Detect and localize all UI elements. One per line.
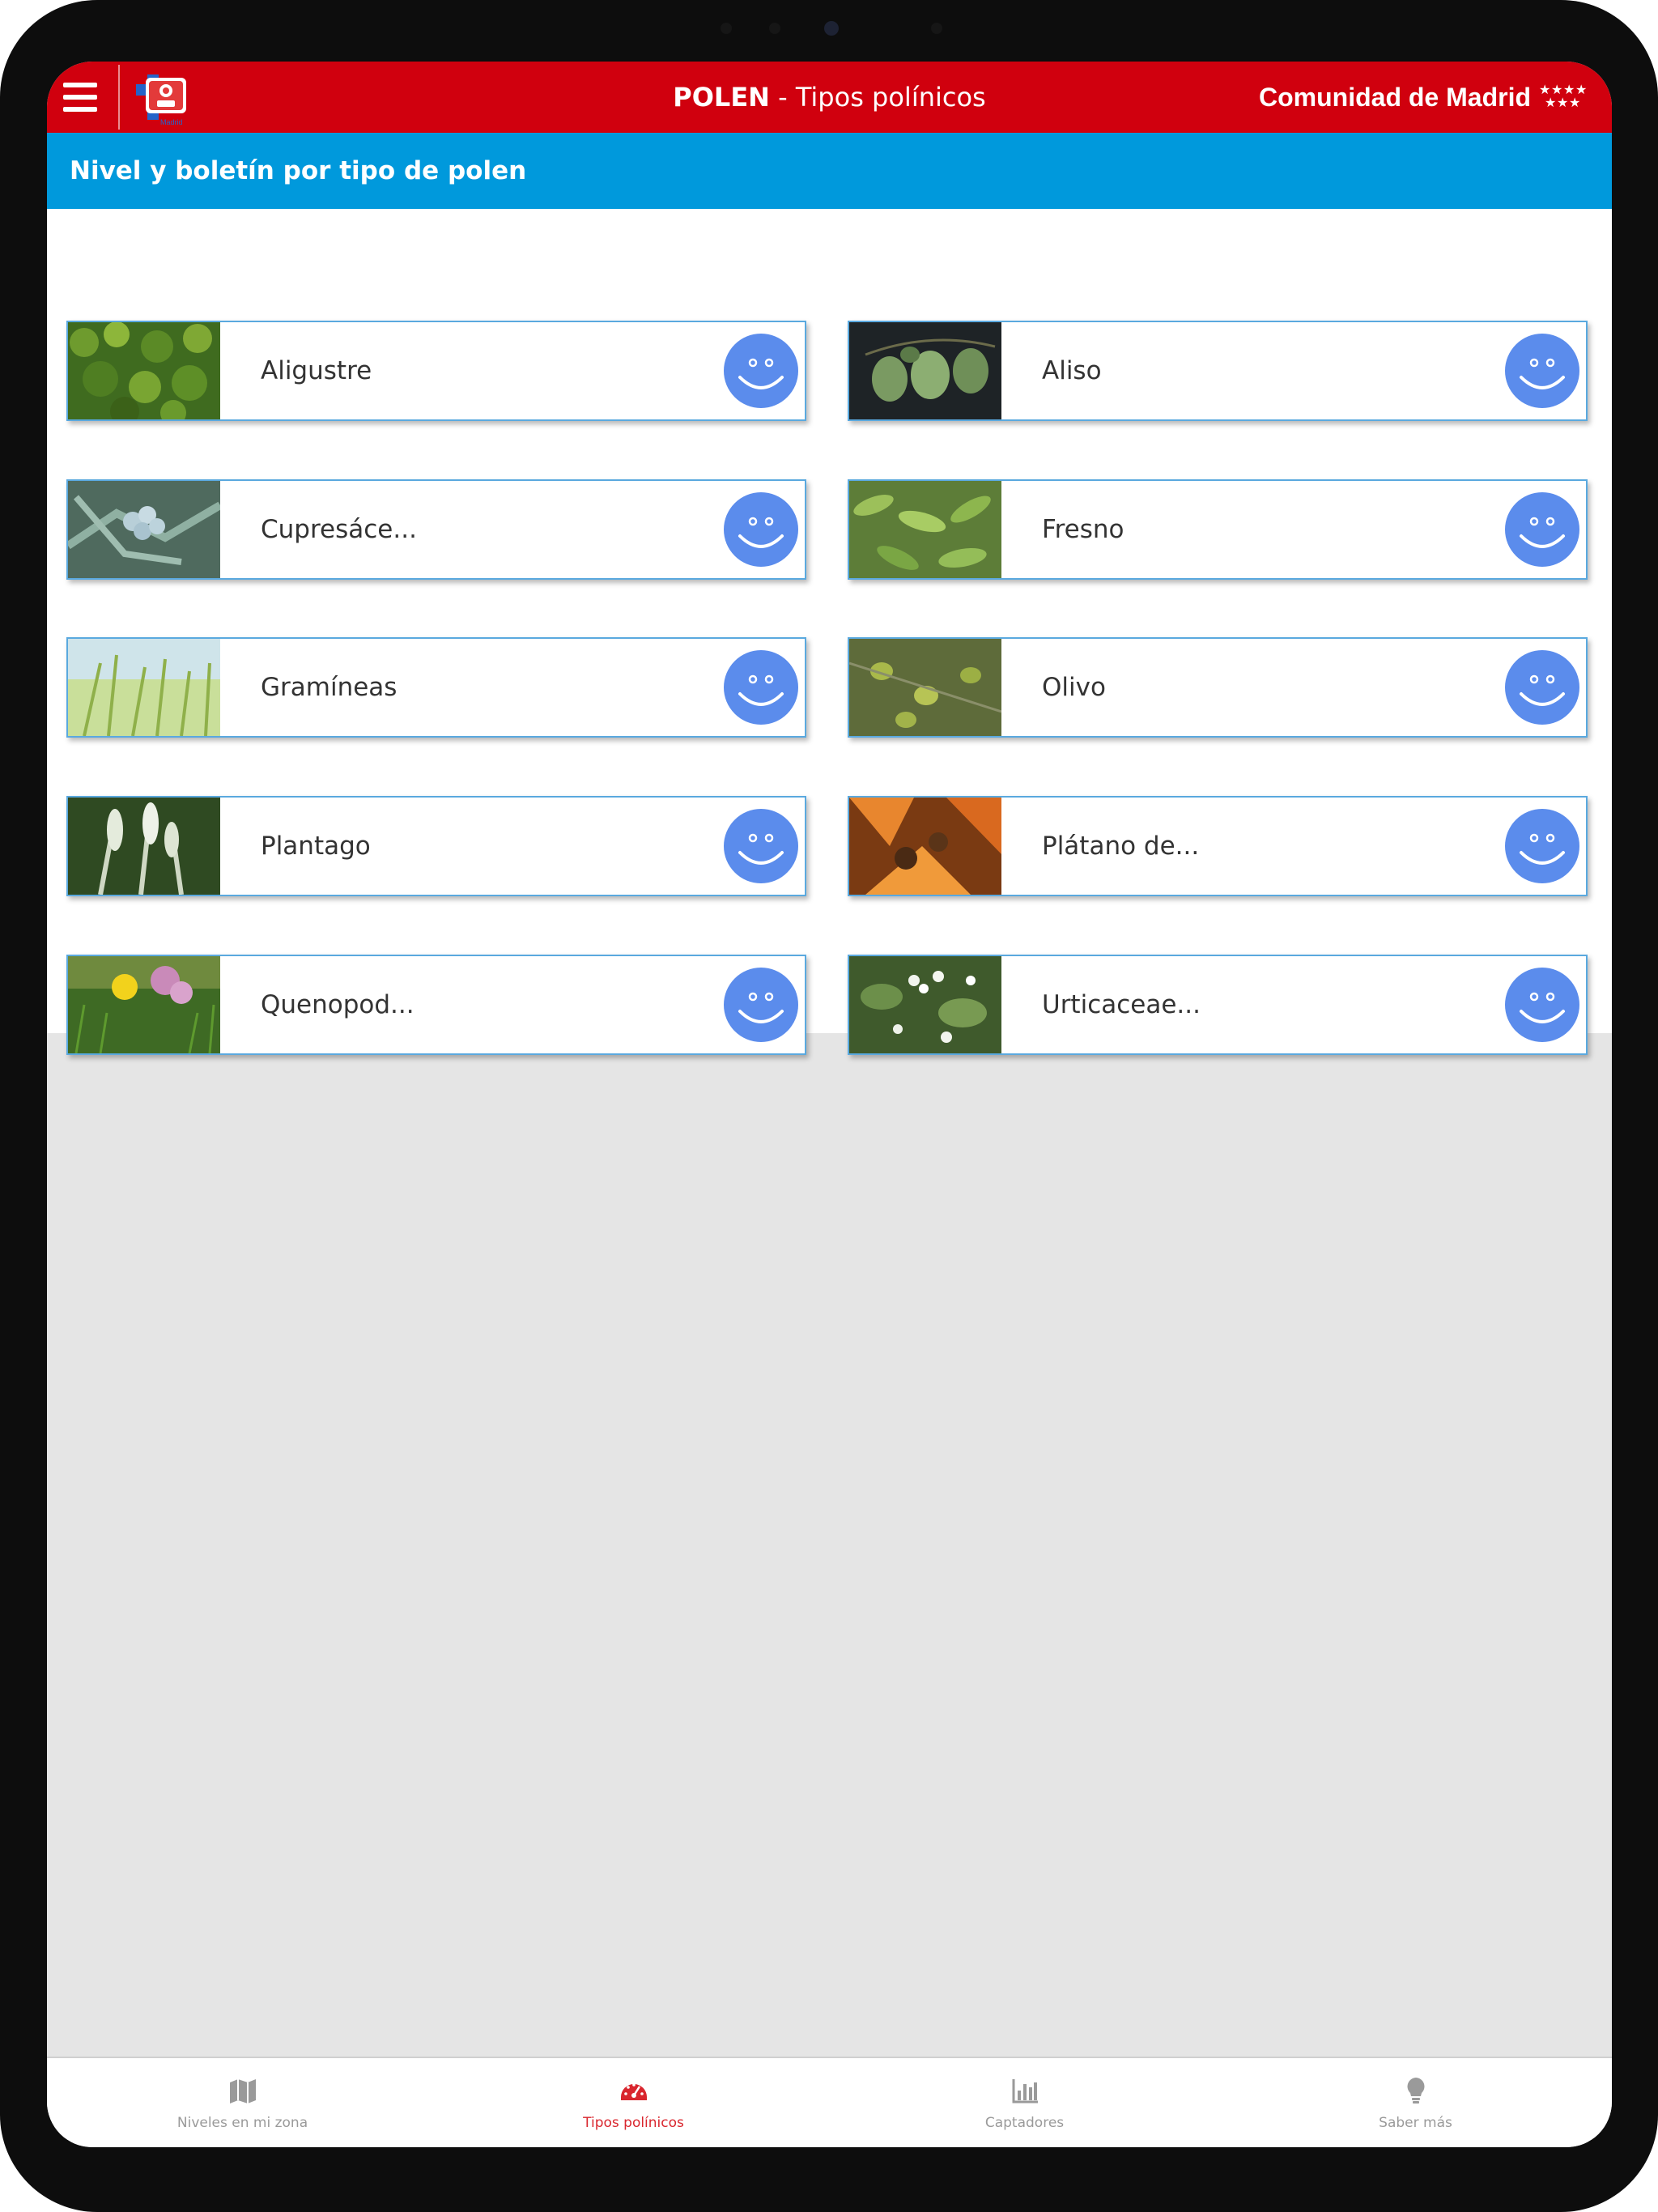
platano-photo [849, 798, 1001, 895]
pollen-card-aligustre[interactable]: Aligustre [66, 321, 806, 421]
svg-text:★: ★ [1569, 95, 1580, 110]
pollen-card-platano[interactable]: Plátano de... [848, 796, 1588, 896]
svg-text:★: ★ [1545, 95, 1556, 110]
section-header: Nivel y boletín por tipo de polen [47, 133, 1612, 209]
section-title: Nivel y boletín por tipo de polen [70, 156, 527, 185]
smiley-face-icon [1505, 968, 1579, 1042]
tab-captadores[interactable]: Captadores [829, 2058, 1220, 2147]
tab-label: Saber más [1379, 2115, 1452, 2131]
gauge-icon [621, 2083, 647, 2100]
lightbulb-icon [1407, 2078, 1425, 2104]
pollen-name: Urticaceae... [1042, 990, 1201, 1019]
smiley-face-icon [1505, 492, 1579, 567]
brand-name: Comunidad de Madrid [1259, 83, 1531, 112]
pollen-card-aliso[interactable]: Aliso [848, 321, 1588, 421]
app-logo-icon: Madrid [136, 74, 186, 126]
logo-caption: Madrid [160, 118, 183, 126]
pollen-name: Aligustre [261, 356, 372, 385]
smiley-face-icon [1505, 650, 1579, 725]
pollen-name: Olivo [1042, 673, 1106, 702]
pollen-card-quenopodiaceas[interactable]: Quenopod... [66, 955, 806, 1055]
tab-tipos-polinicos[interactable]: Tipos polínicos [438, 2058, 829, 2147]
tablet-frame: Madrid POLEN - Tipos polínicos Comunidad… [0, 0, 1658, 2212]
tab-saber-mas[interactable]: Saber más [1220, 2058, 1611, 2147]
bar-chart-icon [1012, 2079, 1038, 2104]
hamburger-menu-icon[interactable] [63, 83, 97, 112]
smiley-face-icon [724, 492, 798, 567]
app-bar-divider [118, 65, 120, 130]
pollen-type-list: Aligustre Aliso Cupresáce... Fresno Gram… [47, 209, 1612, 1055]
tab-label: Tipos polínicos [583, 2115, 684, 2131]
pollen-card-fresno[interactable]: Fresno [848, 479, 1588, 580]
smiley-face-icon [724, 809, 798, 883]
pollen-name: Plátano de... [1042, 832, 1200, 861]
pollen-name: Cupresáce... [261, 515, 417, 544]
madrid-stars-icon: ★ ★ ★ ★ ★ ★ ★ [1539, 83, 1587, 110]
aligustre-photo [68, 322, 220, 419]
smiley-face-icon [724, 968, 798, 1042]
olivo-photo [849, 639, 1001, 736]
tab-label: Niveles en mi zona [176, 2115, 308, 2131]
pollen-name: Aliso [1042, 356, 1102, 385]
aliso-photo [849, 322, 1001, 419]
cupresaceas-photo [68, 481, 220, 578]
urticaceae-photo [849, 956, 1001, 1053]
svg-text:★: ★ [1557, 95, 1568, 110]
pollen-name: Plantago [261, 832, 371, 861]
sensor-dot [931, 23, 942, 34]
bottom-tab-bar: Niveles en mi zona Tipos polínicos Capta… [47, 2057, 1612, 2147]
quenopodiaceas-photo [68, 956, 220, 1053]
smiley-face-icon [724, 650, 798, 725]
device-top-bezel [0, 0, 1658, 57]
sensor-dot [769, 23, 780, 34]
smiley-face-icon [1505, 809, 1579, 883]
pollen-card-olivo[interactable]: Olivo [848, 637, 1588, 738]
smiley-face-icon [1505, 334, 1579, 408]
fresno-photo [849, 481, 1001, 578]
camera-lens [824, 21, 839, 36]
gramineas-photo [68, 639, 220, 736]
pollen-card-urticaceae[interactable]: Urticaceae... [848, 955, 1588, 1055]
pollen-card-gramineas[interactable]: Gramíneas [66, 637, 806, 738]
pollen-name: Quenopod... [261, 990, 414, 1019]
map-icon [230, 2079, 256, 2104]
plantago-photo [68, 798, 220, 895]
pollen-card-cupresaceas[interactable]: Cupresáce... [66, 479, 806, 580]
smiley-face-icon [724, 334, 798, 408]
tab-niveles-en-mi-zona[interactable]: Niveles en mi zona [47, 2058, 438, 2147]
pollen-card-plantago[interactable]: Plantago [66, 796, 806, 896]
pollen-name: Gramíneas [261, 673, 397, 702]
sensor-dot [721, 23, 732, 34]
app-bar: Madrid POLEN - Tipos polínicos Comunidad… [47, 62, 1612, 133]
pollen-name: Fresno [1042, 515, 1124, 544]
tab-label: Captadores [984, 2115, 1065, 2131]
app-screen: Madrid POLEN - Tipos polínicos Comunidad… [47, 62, 1612, 2147]
